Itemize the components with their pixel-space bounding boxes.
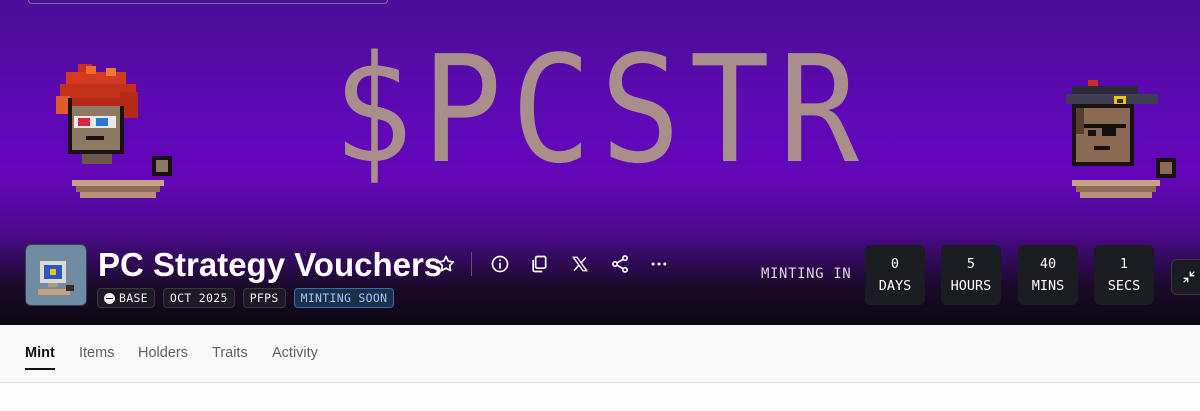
collection-tags: BASE OCT 2025 PFPS MINTING SOON (97, 288, 395, 308)
countdown-hours-label: HOURS (950, 278, 992, 294)
pixel-character-right-image (1062, 80, 1182, 204)
tab-activity[interactable]: Activity (272, 345, 318, 361)
collapse-banner-button[interactable] (1171, 259, 1200, 295)
countdown-mins-value: 40 (1039, 256, 1057, 272)
banner-top-edge (28, 0, 388, 4)
x-logo-icon[interactable] (568, 252, 592, 276)
countdown-secs-value: 1 (1119, 256, 1129, 272)
more-icon[interactable] (647, 252, 671, 276)
countdown-secs-label: SECS (1107, 278, 1141, 294)
countdown-days-label: DAYS (878, 278, 912, 294)
countdown-days: 0 DAYS (865, 245, 925, 305)
countdown-mins: 40 MINS (1018, 245, 1078, 305)
chain-label: BASE (119, 291, 148, 305)
countdown-mins-label: MINS (1031, 278, 1065, 294)
tab-traits[interactable]: Traits (212, 345, 248, 361)
copy-icon[interactable] (527, 252, 551, 276)
info-icon[interactable] (488, 252, 512, 276)
tab-holders[interactable]: Holders (138, 345, 188, 361)
active-tab-indicator (25, 368, 55, 370)
share-icon[interactable] (608, 252, 632, 276)
tab-items[interactable]: Items (79, 345, 114, 361)
countdown-secs: 1 SECS (1094, 245, 1154, 305)
countdown-hours: 5 HOURS (941, 245, 1001, 305)
pixel-character-left-image (56, 62, 182, 202)
collapse-arrows-icon (1183, 271, 1195, 283)
collection-banner: $PCSTR PC Strategy Vouchers BASE OCT 202… (0, 0, 1200, 325)
countdown-hours-value: 5 (966, 256, 976, 272)
chain-badge[interactable]: BASE (97, 288, 155, 308)
tab-mint[interactable]: Mint (25, 345, 55, 361)
page-content-area (0, 383, 1200, 411)
category-badge[interactable]: PFPS (242, 288, 286, 308)
base-chain-icon (104, 292, 115, 304)
date-badge: OCT 2025 (162, 288, 235, 308)
favorite-star-icon[interactable] (434, 252, 458, 276)
pixel-computer-icon (38, 261, 74, 295)
status-badge: MINTING SOON (293, 288, 395, 308)
collection-title: PC Strategy Vouchers (98, 246, 443, 283)
countdown-days-value: 0 (890, 256, 900, 272)
header-divider (471, 252, 472, 276)
collection-avatar (25, 244, 87, 306)
collection-tabs: Mint Items Holders Traits Activity (0, 325, 1200, 383)
minting-in-label: MINTING IN (761, 266, 852, 282)
